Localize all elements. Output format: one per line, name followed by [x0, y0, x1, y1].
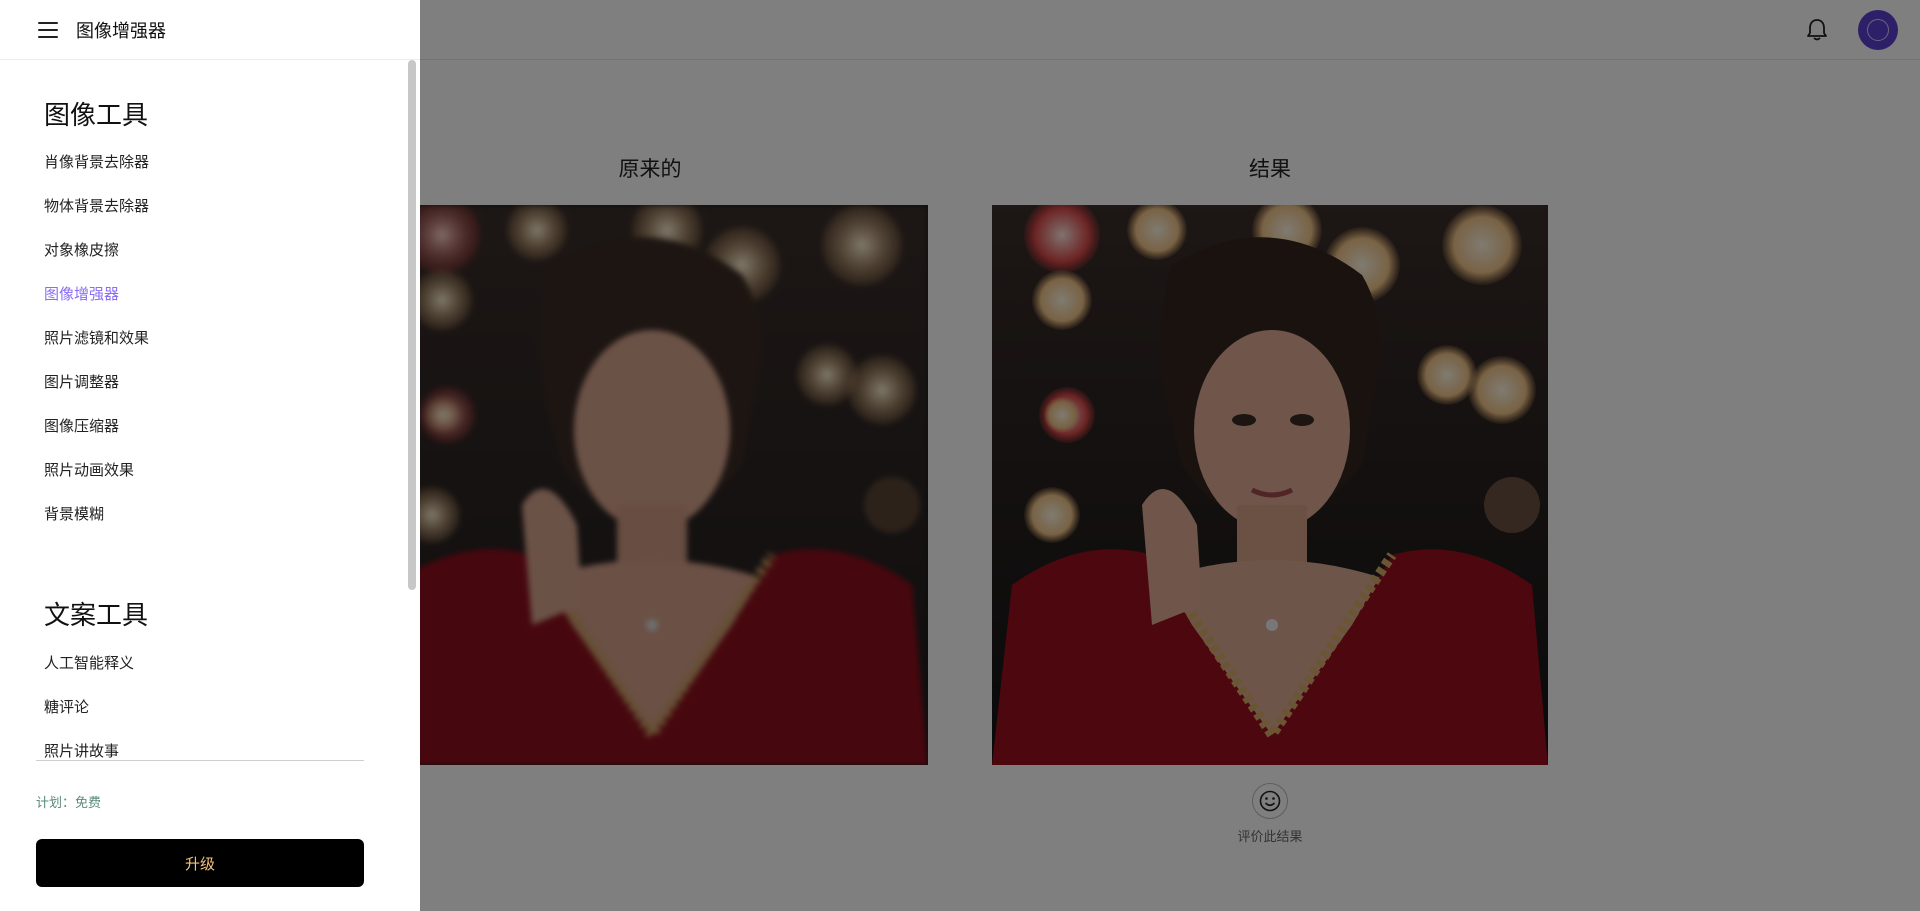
nav-item-image-compressor[interactable]: 图像压缩器	[44, 415, 119, 436]
menu-icon[interactable]	[38, 21, 58, 38]
upgrade-button[interactable]: 升级	[36, 839, 364, 887]
nav-item-photo-story[interactable]: 照片讲故事	[44, 740, 119, 760]
drawer-header: 图像增强器	[0, 0, 420, 60]
nav-item-image-enhancer[interactable]: 图像增强器	[44, 283, 119, 304]
nav-item-background-blur[interactable]: 背景模糊	[44, 503, 104, 524]
nav-item-image-resizer[interactable]: 图片调整器	[44, 371, 119, 392]
nav-item-ai-paraphrase[interactable]: 人工智能释义	[44, 652, 134, 673]
nav-item-photo-animation[interactable]: 照片动画效果	[44, 459, 134, 480]
group-title-image-tools: 图像工具	[44, 101, 149, 131]
nav-scrollbar[interactable]	[408, 60, 416, 590]
nav-item-object-bg-remover[interactable]: 物体背景去除器	[44, 195, 149, 216]
nav-list[interactable]: 图像工具 肖像背景去除器 物体背景去除器 对象橡皮擦 图像增强器 照片滤镜和效果…	[0, 60, 420, 760]
plan-text: 计划：免费	[36, 796, 102, 811]
nav-item-photo-filters[interactable]: 照片滤镜和效果	[44, 327, 149, 348]
nav-item-object-eraser[interactable]: 对象橡皮擦	[44, 239, 119, 260]
nav-item-portrait-bg-remover[interactable]: 肖像背景去除器	[44, 151, 149, 172]
side-drawer: 图像增强器 图像工具 肖像背景去除器 物体背景去除器 对象橡皮擦 图像增强器 照…	[0, 0, 420, 911]
app-title: 图像增强器	[76, 20, 166, 42]
nav-item-sugar-review[interactable]: 糖评论	[44, 696, 89, 717]
group-title-copy-tools: 文案工具	[44, 601, 149, 631]
nav-divider	[36, 760, 364, 761]
